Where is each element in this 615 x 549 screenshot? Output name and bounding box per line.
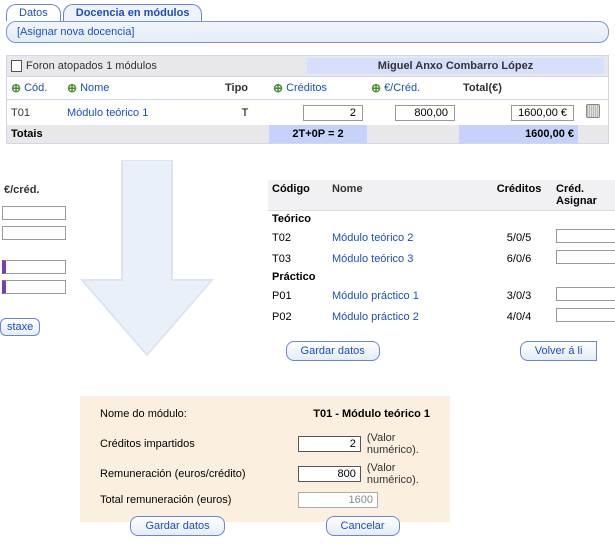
table-row: T03 Módulo teórico 3 6/0/6 [268,248,615,269]
mcell-cod: P01 [272,290,332,302]
hint-text: (Valor numérico). [367,462,430,486]
plus-icon: ⊕ [67,81,77,95]
asignar-input[interactable] [556,229,615,243]
col-tipo[interactable]: Tipo [225,82,248,94]
mcell-cred: 5/0/5 [482,232,556,244]
tabs: Datos Docencia en módulos [0,0,615,21]
cell-tipo: T [221,105,269,121]
col-cod[interactable]: Cód. [24,82,47,94]
staxe-button-fragment[interactable]: staxe [0,318,40,336]
form-gardar-button[interactable]: Gardar datos [130,516,224,536]
strip-cell[interactable] [2,226,66,240]
module-list: Código Nome Créditos Créd. Asignar Teóri… [268,180,615,361]
mcol-codigo[interactable]: Código [272,183,332,207]
link-asignar-nova[interactable]: [Asignar nova docencia] [17,26,134,38]
mcell-cred: 3/0/3 [482,290,556,302]
form-label-cred: Créditos impartidos [100,438,298,450]
section-practico: Práctico [268,269,615,285]
volver-button[interactable]: Volver á li [520,341,598,361]
strip-cell[interactable] [2,260,66,274]
mcell-cod: T03 [272,253,332,265]
asignar-input[interactable] [556,250,615,264]
mcol-nome[interactable]: Nome [332,183,482,207]
tab-datos[interactable]: Datos [6,4,61,21]
cell-eurcred[interactable]: 800,00 [395,105,455,121]
top-columns-header: ⊕Cód. ⊕Nome Tipo ⊕Créditos ⊕€/Créd. Tota… [7,76,608,100]
table-row: P02 Módulo práctico 2 4/0/4 [268,306,615,327]
mcell-nome[interactable]: Módulo teórico 3 [332,253,482,265]
cell-total: 1600,00 € [511,105,574,121]
top-row: T01 Módulo teórico 1 T 2 800,00 1600,00 … [7,100,608,125]
cell-cod: T01 [7,105,63,121]
totals-row: Totais 2T+0P = 2 1600,00 € [7,125,608,143]
total-rem-output: 1600 [298,492,378,508]
tab-docencia[interactable]: Docencia en módulos [63,4,203,21]
plus-icon: ⊕ [273,81,283,95]
creditos-input[interactable]: 2 [298,436,361,452]
form-label-total: Total remuneración (euros) [100,494,298,506]
form-label-nome: Nome do módulo: [100,408,187,420]
col-nome[interactable]: Nome [80,82,109,94]
mcol-creditos[interactable]: Créditos [482,183,556,207]
asignar-input[interactable] [556,287,615,301]
top-summary-area: Foron atopados 1 módulos Miguel Anxo Com… [6,55,609,144]
form-value-nome: T01 - Módulo teórico 1 [313,408,430,420]
mcell-cred: 6/0/6 [482,253,556,265]
mcol-asignar[interactable]: Créd. Asignar [556,183,611,207]
form-buttons: Gardar datos Cancelar [80,516,450,536]
mcell-cod: P02 [272,311,332,323]
modules-icon [11,60,22,72]
found-text: Foron atopados 1 módulos [26,60,157,72]
left-strip-header: €/créd. [0,180,68,200]
asignar-input[interactable] [556,308,615,322]
col-eurcred[interactable]: €/Créd. [384,82,420,94]
plus-icon: ⊕ [11,81,21,95]
form-cancelar-button[interactable]: Cancelar [326,516,400,536]
totals-total: 1600,00 € [459,125,578,143]
totals-formula: 2T+0P = 2 [269,125,367,143]
col-total[interactable]: Total(€) [463,82,502,94]
gardar-datos-button[interactable]: Gardar datos [286,341,380,361]
table-row: P01 Módulo práctico 1 3/0/3 [268,285,615,306]
section-teorico: Teórico [268,211,615,227]
cell-creditos[interactable]: 2 [303,105,363,121]
strip-cell[interactable] [2,206,66,220]
module-form-panel: Nome do módulo: T01 - Módulo teórico 1 C… [80,396,450,522]
plus-icon: ⊕ [371,81,381,95]
form-label-rem: Remuneración (euros/crédito) [100,468,298,480]
delete-icon[interactable] [586,104,600,118]
mcell-nome[interactable]: Módulo práctico 1 [332,290,482,302]
mcell-cod: T02 [272,232,332,244]
mcell-nome[interactable]: Módulo práctico 2 [332,311,482,323]
table-row: T02 Módulo teórico 2 5/0/5 [268,227,615,248]
subbar: [Asignar nova docencia] [6,21,609,43]
totals-label: Totais [7,125,63,143]
hint-text: (Valor numérico). [367,432,430,456]
strip-cell[interactable] [2,280,66,294]
col-creditos[interactable]: Créditos [286,82,327,94]
mcell-nome[interactable]: Módulo teórico 2 [332,232,482,244]
left-strip: €/créd. staxe [0,180,68,360]
mcell-cred: 4/0/4 [482,311,556,323]
ghost-arrow-graphic [72,160,222,360]
remuneracion-input[interactable]: 800 [298,466,361,482]
cell-nome[interactable]: Módulo teórico 1 [63,105,221,121]
person-name: Miguel Anxo Combarro López [307,58,604,74]
